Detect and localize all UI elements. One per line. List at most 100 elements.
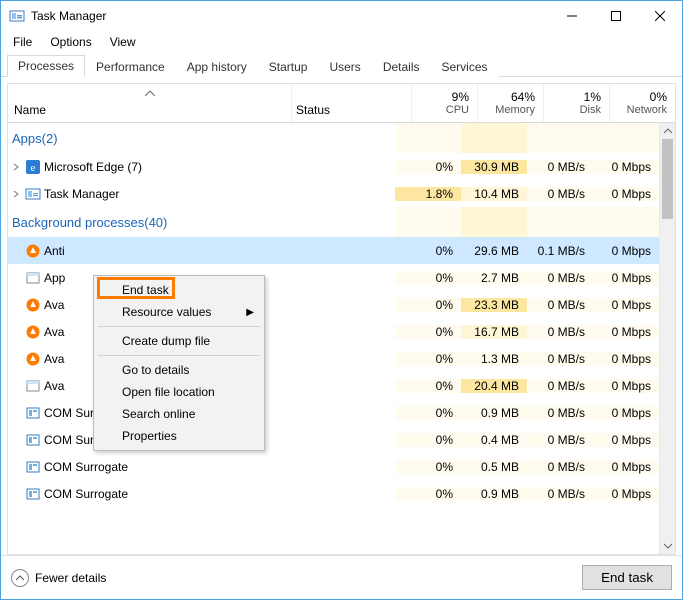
vertical-scrollbar[interactable] [659,123,675,554]
disk-cell: 0 MB/s [527,352,593,366]
network-cell: 0 Mbps [593,487,659,501]
disk-cell: 0 MB/s [527,433,593,447]
network-cell: 0 Mbps [593,298,659,312]
group-header-row: Apps (2) [8,123,659,153]
process-row[interactable]: COM Surrogate 0% 0.9 MB 0 MB/s 0 Mbps [8,480,659,507]
process-name: Anti [42,244,275,258]
process-row[interactable]: COM Surrogate 0% 0.5 MB 0 MB/s 0 Mbps [8,453,659,480]
col-cpu[interactable]: 9% CPU [411,84,477,122]
disk-cell: 0 MB/s [527,298,593,312]
network-cell: 0 Mbps [593,325,659,339]
menu-options[interactable]: Options [42,33,99,51]
process-icon [24,351,42,367]
scroll-down-icon[interactable] [660,538,675,554]
tab-services[interactable]: Services [431,56,499,77]
memory-cell: 2.7 MB [461,271,527,285]
process-icon: e [24,159,42,175]
tabstrip: Processes Performance App history Startu… [1,53,682,77]
col-status[interactable]: Status [291,84,411,122]
menu-file[interactable]: File [5,33,40,51]
cpu-cell: 0% [395,298,461,312]
memory-cell: 0.5 MB [461,460,527,474]
menu-view[interactable]: View [102,33,144,51]
process-icon [24,405,42,421]
memory-cell: 10.4 MB [461,187,527,201]
cpu-cell: 0% [395,325,461,339]
network-cell: 0 Mbps [593,406,659,420]
network-cell: 0 Mbps [593,244,659,258]
disk-cell: 0 MB/s [527,487,593,501]
tab-details[interactable]: Details [372,56,431,77]
process-icon [24,324,42,340]
col-network[interactable]: 0% Network [609,84,675,122]
process-name: Microsoft Edge (7) [42,160,275,174]
disk-cell: 0 MB/s [527,160,593,174]
cpu-cell: 0% [395,160,461,174]
process-icon [24,297,42,313]
ctx-resource-values[interactable]: Resource values▶ [96,301,262,323]
titlebar: Task Manager [1,1,682,31]
fewer-details-button[interactable]: Fewer details [11,569,106,587]
cpu-cell: 1.8% [395,187,461,201]
process-row[interactable]: Task Manager 1.8% 10.4 MB 0 MB/s 0 Mbps [8,180,659,207]
memory-cell: 16.7 MB [461,325,527,339]
disk-cell: 0 MB/s [527,460,593,474]
tab-processes[interactable]: Processes [7,55,85,77]
memory-cell: 30.9 MB [461,160,527,174]
disk-cell: 0 MB/s [527,406,593,420]
expand-icon[interactable] [8,163,24,171]
tab-performance[interactable]: Performance [85,56,176,77]
end-task-button[interactable]: End task [582,565,672,590]
memory-cell: 0.9 MB [461,406,527,420]
expand-icon[interactable] [8,190,24,198]
memory-cell: 0.4 MB [461,433,527,447]
memory-cell: 23.3 MB [461,298,527,312]
network-cell: 0 Mbps [593,460,659,474]
ctx-end-task[interactable]: End task [96,279,262,301]
close-button[interactable] [638,2,682,30]
minimize-button[interactable] [550,2,594,30]
process-icon [24,486,42,502]
process-name: Task Manager [42,187,275,201]
col-name[interactable]: Name [8,84,291,122]
process-icon [24,243,42,259]
ctx-open-location[interactable]: Open file location [96,381,262,403]
process-icon [24,186,42,202]
process-row[interactable]: Anti 0% 29.6 MB 0.1 MB/s 0 Mbps [8,237,659,264]
network-cell: 0 Mbps [593,160,659,174]
process-row[interactable]: e Microsoft Edge (7) 0% 30.9 MB 0 MB/s 0… [8,153,659,180]
ctx-create-dump[interactable]: Create dump file [96,330,262,352]
disk-cell: 0 MB/s [527,379,593,393]
submenu-arrow-icon: ▶ [246,307,254,318]
scroll-up-icon[interactable] [660,123,675,139]
disk-cell: 0 MB/s [527,325,593,339]
ctx-go-details[interactable]: Go to details [96,359,262,381]
memory-cell: 20.4 MB [461,379,527,393]
network-cell: 0 Mbps [593,379,659,393]
cpu-cell: 0% [395,406,461,420]
cpu-cell: 0% [395,487,461,501]
scroll-thumb[interactable] [662,139,673,219]
ctx-separator [98,326,260,327]
disk-cell: 0 MB/s [527,187,593,201]
ctx-properties[interactable]: Properties [96,425,262,447]
maximize-button[interactable] [594,2,638,30]
ctx-search-online[interactable]: Search online [96,403,262,425]
cpu-cell: 0% [395,271,461,285]
bottom-bar: Fewer details End task [1,555,682,599]
col-disk[interactable]: 1% Disk [543,84,609,122]
cpu-cell: 0% [395,460,461,474]
network-cell: 0 Mbps [593,352,659,366]
process-icon [24,378,42,394]
tab-app-history[interactable]: App history [176,56,258,77]
col-memory[interactable]: 64% Memory [477,84,543,122]
tab-startup[interactable]: Startup [258,56,319,77]
process-name: COM Surrogate [42,487,275,501]
disk-cell: 0.1 MB/s [527,244,593,258]
cpu-cell: 0% [395,379,461,393]
process-icon [24,270,42,286]
cpu-cell: 0% [395,352,461,366]
ctx-separator [98,355,260,356]
tab-users[interactable]: Users [318,56,371,77]
cpu-cell: 0% [395,244,461,258]
